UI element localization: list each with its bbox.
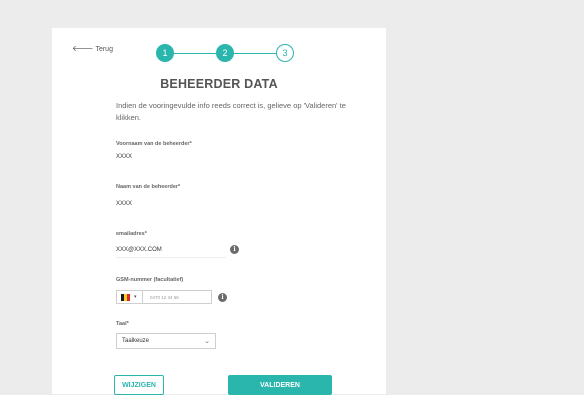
info-icon[interactable]: i	[218, 293, 227, 302]
lastname-label: Naam van de beheerder*	[116, 184, 181, 190]
intro-text: Indien de vooringevulde info reeds corre…	[116, 101, 346, 122]
step-3-indicator: 3	[276, 44, 294, 62]
step-2-indicator: 2	[216, 44, 234, 62]
back-link[interactable]: 🡐 Terug	[72, 45, 113, 53]
back-label: Terug	[95, 45, 113, 53]
firstname-field[interactable]: XXXX	[116, 154, 132, 160]
form-card: 🡐 Terug 1 2 3 BEHEERDER DATA Indien de v…	[52, 28, 386, 395]
language-select[interactable]: Taalkeuze ⌄	[116, 333, 216, 349]
chevron-down-icon: ⌄	[204, 338, 210, 345]
email-label: emailadres*	[116, 231, 147, 237]
stepper-line	[174, 53, 216, 54]
validate-button[interactable]: VALIDEREN	[228, 375, 332, 395]
email-underline	[116, 257, 226, 258]
stepper-line	[234, 53, 276, 54]
be-flag-icon[interactable]	[121, 293, 130, 301]
phone-input-group: ▾ 0470 12 34 56	[116, 290, 212, 304]
language-select-value: Taalkeuze	[122, 338, 150, 344]
progress-stepper: 1 2 3	[156, 44, 296, 66]
email-field[interactable]: XXX@XXX.COM	[116, 247, 162, 253]
step-1-indicator: 1	[156, 44, 174, 62]
arrow-left-icon: 🡐	[72, 44, 94, 53]
change-button[interactable]: WIJZIGEN	[114, 375, 164, 395]
info-icon[interactable]: i	[230, 245, 239, 254]
lastname-field[interactable]: XXXX	[116, 201, 132, 207]
language-label: Taal*	[116, 321, 129, 327]
phone-input[interactable]: 0470 12 34 56	[150, 295, 179, 300]
firstname-label: Voornaam van de beheerder*	[116, 141, 192, 147]
phone-label: GSM-nummer (facultatief)	[116, 277, 184, 283]
page-title: BEHEERDER DATA	[160, 77, 278, 91]
caret-down-icon[interactable]: ▾	[134, 294, 142, 300]
divider	[142, 291, 143, 303]
